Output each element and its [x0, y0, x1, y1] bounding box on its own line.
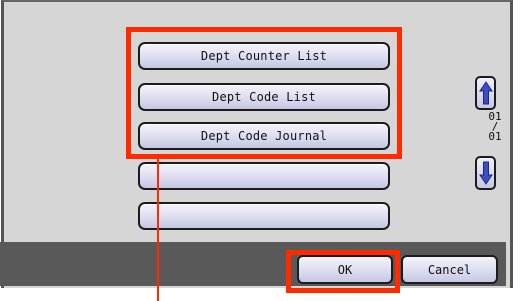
arrow-up-icon [478, 81, 493, 105]
list-item-empty-1[interactable] [138, 162, 390, 190]
ok-button-label: OK [337, 262, 353, 277]
list-item-label: Dept Code Journal [200, 129, 328, 143]
list-item-dept-code-journal[interactable]: Dept Code Journal [138, 122, 390, 150]
cancel-button[interactable]: Cancel [401, 255, 498, 284]
scroll-down-button[interactable] [475, 156, 496, 190]
list-item-dept-counter-list[interactable]: Dept Counter List [138, 42, 390, 70]
ok-button[interactable]: OK [297, 255, 393, 284]
callout-line [157, 156, 159, 301]
list-item-dept-code-list[interactable]: Dept Code List [138, 83, 390, 111]
page-total: 01 [488, 130, 502, 143]
list-item-empty-2[interactable] [138, 202, 390, 230]
list-item-label: Dept Counter List [200, 49, 328, 63]
arrow-down-icon [478, 161, 493, 185]
scroll-up-button[interactable] [475, 76, 496, 110]
page-indicator: 01 / 01 [483, 111, 507, 143]
list-item-label: Dept Code List [212, 90, 316, 104]
cancel-button-label: Cancel [427, 262, 472, 277]
